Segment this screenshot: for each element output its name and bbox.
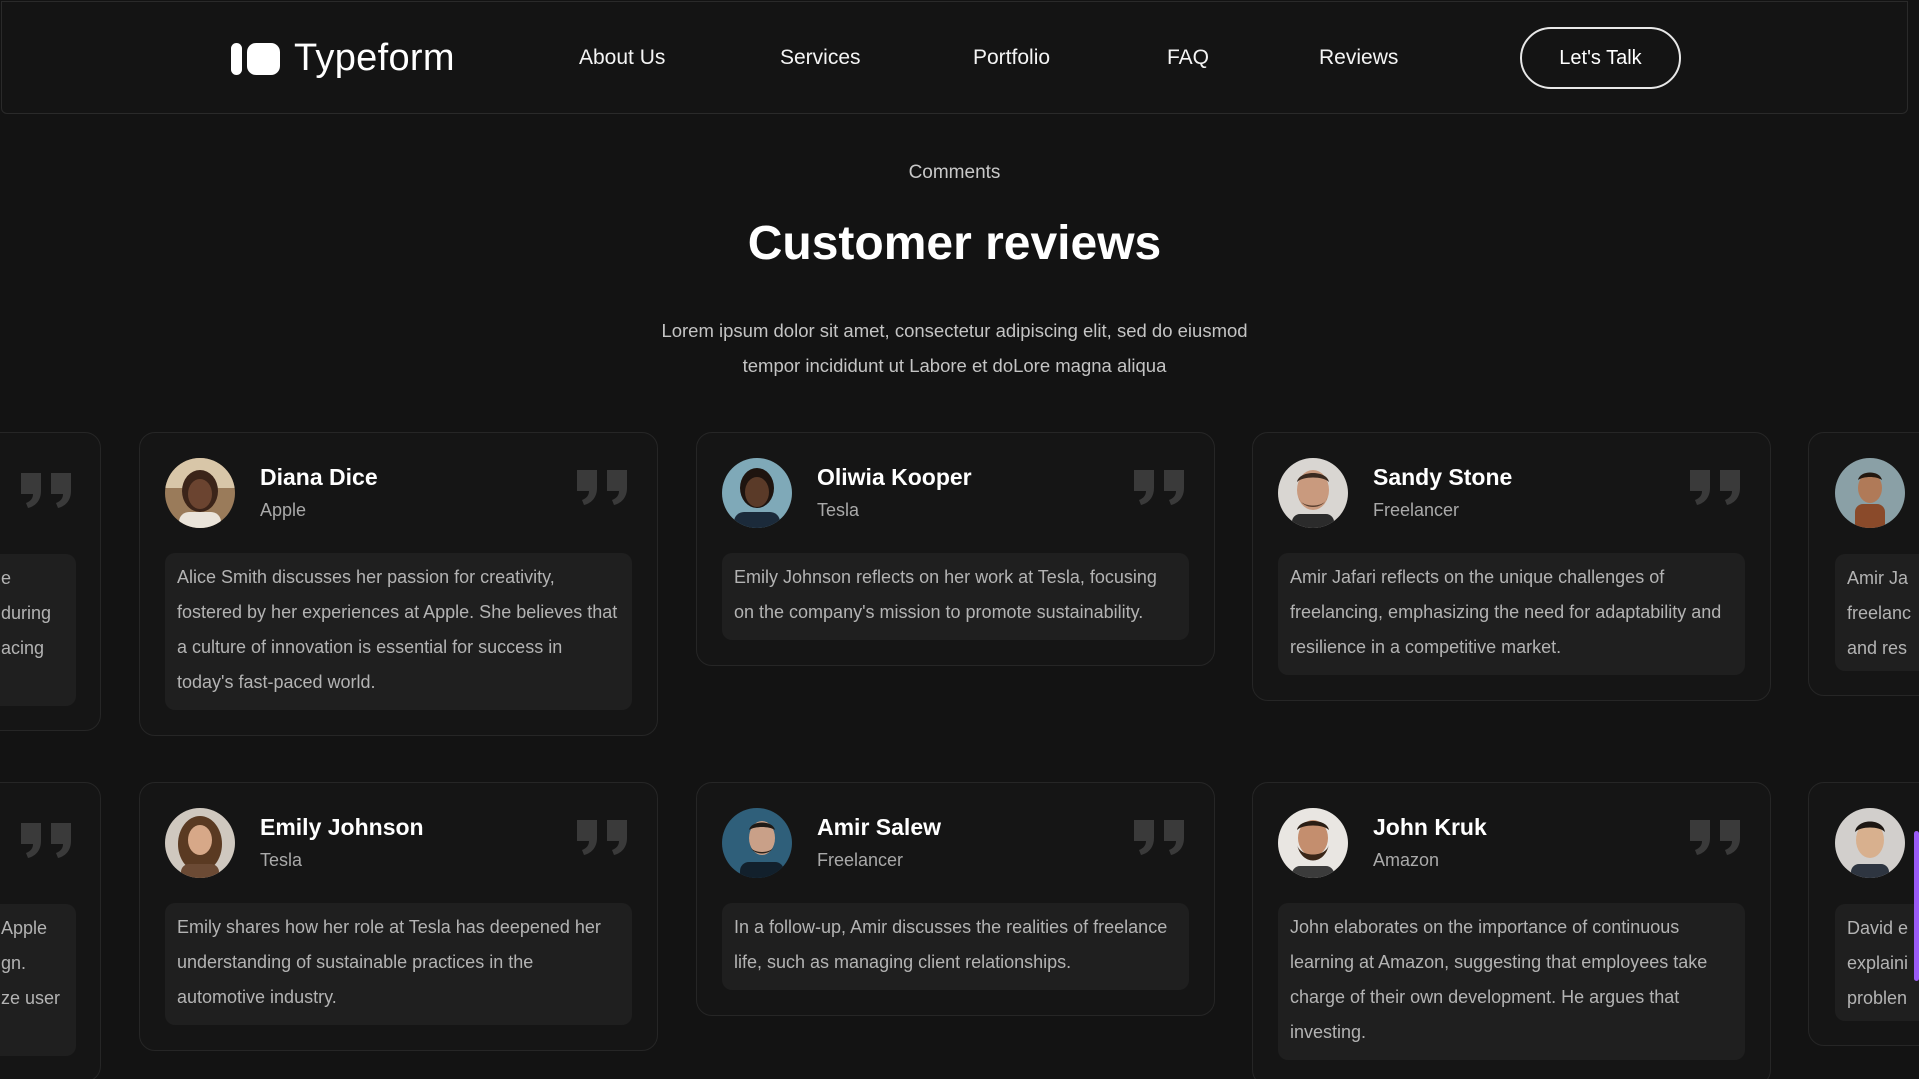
quote-icon xyxy=(1690,470,1740,505)
reviewer-company: Amazon xyxy=(1373,850,1440,870)
card-text-fragment: explaini xyxy=(1847,953,1909,973)
reviewer-name: Oliwia Kooper xyxy=(817,464,972,490)
review-card[interactable]: John Kruk Amazon John elaborates on the … xyxy=(1252,782,1771,1079)
review-text: In a follow-up, Amir discusses the reali… xyxy=(722,903,1189,990)
nav-link-reviews[interactable]: Reviews xyxy=(1319,46,1398,70)
review-card[interactable]: Emily Johnson Tesla Emily shares how her… xyxy=(139,782,658,1051)
reviewer-company: Tesla xyxy=(260,850,303,870)
avatar xyxy=(722,458,792,528)
reviewer-name: Diana Dice xyxy=(260,464,378,490)
avatar xyxy=(1278,808,1348,878)
section-title: Customer reviews xyxy=(747,217,1162,270)
section-eyebrow: Comments xyxy=(908,162,1001,183)
card-text-fragment: Amir Ja xyxy=(1847,568,1909,588)
nav-link-services[interactable]: Services xyxy=(780,46,861,70)
card-text-fragment: problen xyxy=(1847,988,1908,1008)
review-text: Emily Johnson reflects on her work at Te… xyxy=(722,553,1189,640)
quote-icon xyxy=(21,823,71,858)
review-card[interactable]: Sandy Stone Freelancer Amir Jafari refle… xyxy=(1252,432,1771,701)
top-navbar: Typeform About Us Services Portfolio FAQ… xyxy=(1,1,1908,114)
review-card[interactable]: Amir Salew Freelancer In a follow-up, Am… xyxy=(696,782,1215,1016)
card-text-fragment: acing xyxy=(1,638,45,658)
review-card-partial-left[interactable]: Apple gn. ze user xyxy=(0,782,101,1079)
quote-icon xyxy=(577,820,627,855)
quote-icon xyxy=(1134,820,1184,855)
card-text-fragment: David e xyxy=(1847,918,1909,938)
review-card-partial-left[interactable]: e during acing xyxy=(0,432,101,731)
nav-link-about-us[interactable]: About Us xyxy=(579,46,665,70)
avatar xyxy=(1835,458,1905,528)
review-card-partial-right[interactable]: Amir Ja freelanc and res xyxy=(1808,432,1919,696)
review-card[interactable]: Diana Dice Apple Alice Smith discusses h… xyxy=(139,432,658,736)
card-text-fragment: freelanc xyxy=(1847,603,1912,623)
avatar xyxy=(722,808,792,878)
reviewer-company: Apple xyxy=(260,500,307,520)
avatar xyxy=(165,808,235,878)
avatar xyxy=(1278,458,1348,528)
reviewer-name: Amir Salew xyxy=(817,814,941,840)
quote-icon xyxy=(577,470,627,505)
review-text: Emily shares how her role at Tesla has d… xyxy=(165,903,632,1025)
reviewer-company: Freelancer xyxy=(1373,500,1460,520)
quote-icon xyxy=(1134,470,1184,505)
card-text-fragment: gn. xyxy=(1,953,27,973)
card-text-fragment: ze user xyxy=(1,988,61,1008)
reviewer-company: Freelancer xyxy=(817,850,904,870)
section-description: Lorem ipsum dolor sit amet, consectetur … xyxy=(661,320,1248,376)
review-card-partial-right[interactable]: David e explaini problen xyxy=(1808,782,1919,1046)
quote-icon xyxy=(21,473,71,508)
avatar xyxy=(1835,808,1905,878)
nav-link-faq[interactable]: FAQ xyxy=(1167,46,1209,70)
card-text-fragment: e xyxy=(1,568,12,588)
nav-link-portfolio[interactable]: Portfolio xyxy=(973,46,1050,70)
reviewer-name: John Kruk xyxy=(1373,814,1487,840)
review-text: John elaborates on the importance of con… xyxy=(1278,903,1745,1060)
reviewer-name: Sandy Stone xyxy=(1373,464,1513,490)
reviewer-name: Emily Johnson xyxy=(260,814,424,840)
scrollbar-thumb[interactable] xyxy=(1914,831,1919,981)
review-text: Alice Smith discusses her passion for cr… xyxy=(165,553,632,710)
review-card[interactable]: Oliwia Kooper Tesla Emily Johnson reflec… xyxy=(696,432,1215,666)
avatar xyxy=(165,458,235,528)
reviewer-company: Tesla xyxy=(817,500,860,520)
quote-icon xyxy=(1690,820,1740,855)
review-text: Amir Jafari reflects on the unique chall… xyxy=(1278,553,1745,675)
lets-talk-button[interactable]: Let's Talk xyxy=(1520,27,1681,89)
card-text-fragment: and res xyxy=(1847,638,1908,658)
card-text-fragment: during xyxy=(1,603,52,623)
card-text-fragment: Apple xyxy=(1,918,48,938)
